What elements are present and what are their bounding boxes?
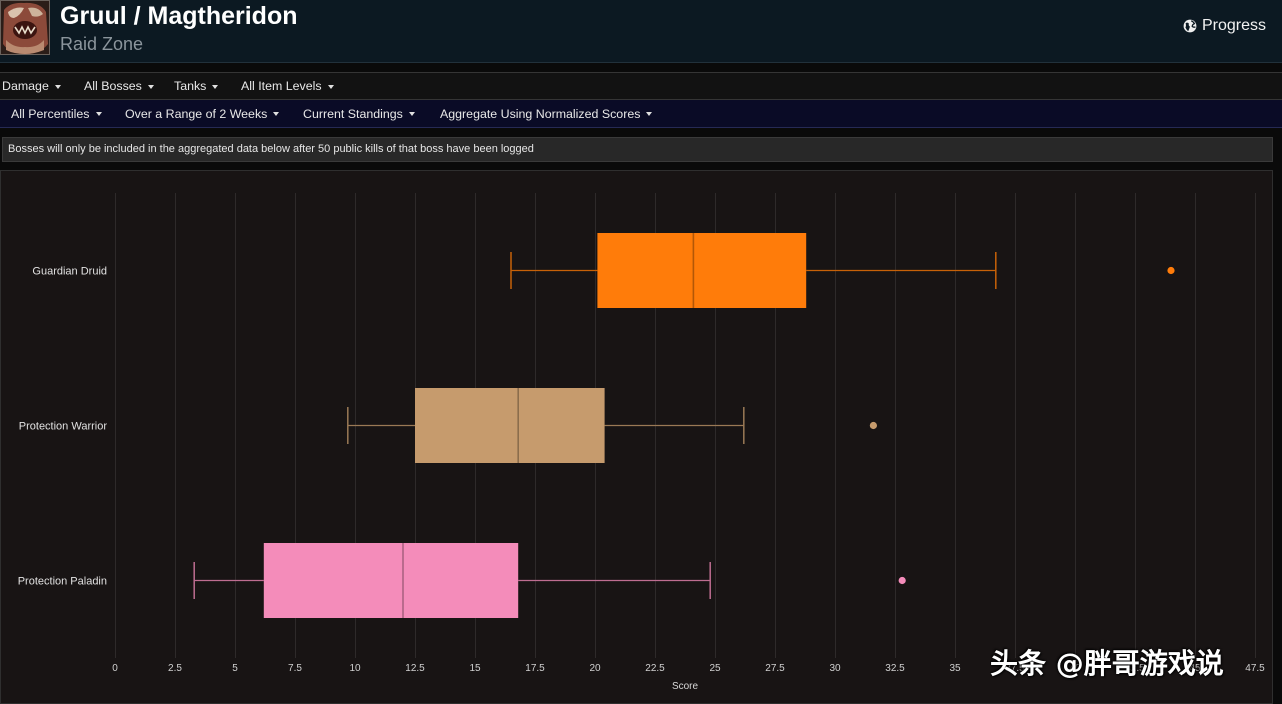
item-level-dropdown-label: All Item Levels	[241, 79, 322, 93]
globe-icon	[1183, 19, 1197, 33]
caret-down-icon	[54, 84, 61, 89]
caret-down-icon	[95, 112, 102, 116]
x-tick-label: 17.5	[525, 663, 545, 674]
filter-bar-secondary: All Percentiles Over a Range of 2 Weeks …	[0, 100, 1282, 128]
x-tick-label: 2.5	[168, 663, 182, 674]
caret-down-icon	[327, 84, 334, 89]
box-protection-paladin[interactable]	[263, 543, 519, 618]
progress-link[interactable]: Progress	[1183, 16, 1266, 36]
x-tick-label: 0	[112, 663, 118, 674]
raid-zone-image	[0, 0, 50, 55]
x-tick-label: 7.5	[288, 663, 302, 674]
caret-down-icon	[147, 84, 154, 89]
x-tick-label: 22.5	[645, 663, 665, 674]
score-boxplot-chart: 0 2.5 5 7.5 10 12.5 15 17.5 20 22.5 25 27.5 30 32.5 35…	[18, 193, 1265, 692]
aggregation-dropdown-label: Aggregate Using Normalized Scores	[440, 106, 641, 121]
x-tick-label: 15	[469, 663, 481, 674]
x-axis-title: Score	[672, 681, 699, 692]
score-boxplot-panel: 0 2.5 5 7.5 10 12.5 15 17.5 20 22.5 25 27.5 30 32.5 35…	[0, 170, 1273, 704]
x-tick-label: 35	[949, 663, 961, 674]
item-level-dropdown[interactable]: All Item Levels	[241, 73, 334, 99]
percentile-dropdown-label: All Percentiles	[11, 106, 90, 121]
metric-dropdown[interactable]: Damage	[2, 73, 61, 99]
x-tick-label: 27.5	[765, 663, 785, 674]
caret-down-icon	[646, 112, 653, 116]
x-tick-label: 32.5	[885, 663, 905, 674]
outlier-point-guardian-druid[interactable]	[1167, 266, 1175, 275]
page-title: Gruul / Magtheridon	[60, 2, 298, 30]
role-dropdown-label: Tanks	[174, 79, 207, 93]
category-label: Guardian Druid	[32, 265, 107, 277]
watermark-text: 头条 @胖哥游戏说	[990, 647, 1224, 680]
outlier-point-protection-paladin[interactable]	[898, 576, 906, 585]
page-header: Gruul / Magtheridon Raid Zone Progress	[0, 0, 1282, 63]
time-range-dropdown-label: Over a Range of 2 Weeks	[125, 106, 268, 121]
aggregation-dropdown[interactable]: Aggregate Using Normalized Scores	[440, 100, 653, 127]
category-label: Protection Warrior	[19, 420, 108, 432]
box-group-guardian-druid: Guardian Druid	[32, 233, 1175, 308]
outlier-point-protection-warrior[interactable]	[869, 421, 878, 430]
box-group-protection-paladin: Protection Paladin	[18, 543, 906, 618]
x-tick-label: 5	[232, 663, 238, 674]
x-tick-label: 20	[589, 663, 601, 674]
x-tick-label: 30	[829, 663, 841, 674]
caret-down-icon	[273, 112, 280, 116]
info-notice: Bosses will only be included in the aggr…	[2, 137, 1273, 162]
x-tick-label: 12.5	[405, 663, 425, 674]
caret-down-icon	[212, 84, 219, 89]
box-protection-warrior[interactable]	[415, 388, 605, 463]
progress-label: Progress	[1202, 17, 1267, 34]
box-group-protection-warrior: Protection Warrior	[19, 388, 878, 463]
metric-dropdown-label: Damage	[2, 79, 49, 93]
filter-bar-primary: Damage All Bosses Tanks All Item Levels	[0, 72, 1282, 100]
category-label: Protection Paladin	[18, 575, 107, 587]
standings-dropdown[interactable]: Current Standings	[303, 100, 415, 127]
x-tick-label: 10	[349, 663, 361, 674]
x-tick-label: 25	[709, 663, 721, 674]
role-dropdown[interactable]: Tanks	[174, 73, 219, 99]
boss-dropdown-label: All Bosses	[84, 79, 142, 93]
percentile-dropdown[interactable]: All Percentiles	[11, 100, 102, 127]
standings-dropdown-label: Current Standings	[303, 106, 403, 121]
caret-down-icon	[408, 112, 415, 116]
page-subtitle: Raid Zone	[60, 34, 144, 54]
time-range-dropdown[interactable]: Over a Range of 2 Weeks	[125, 100, 280, 127]
box-guardian-druid[interactable]	[597, 233, 807, 308]
boss-dropdown[interactable]: All Bosses	[84, 73, 154, 99]
